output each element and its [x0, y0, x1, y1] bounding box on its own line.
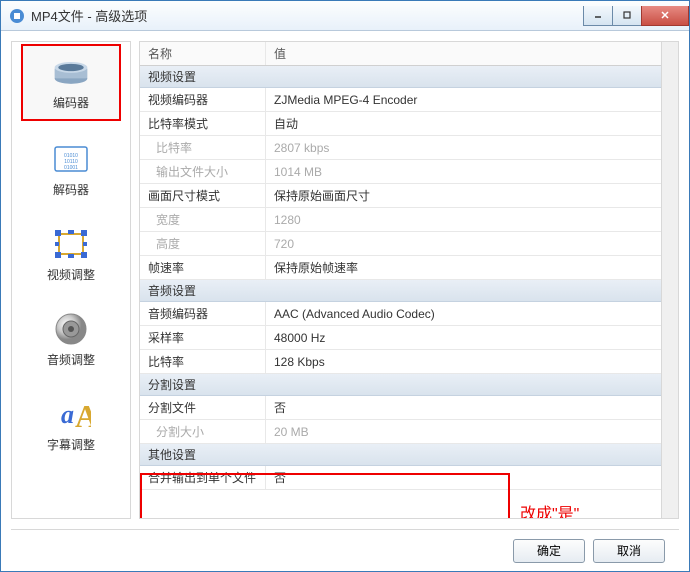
cell-name: 视频编码器	[140, 88, 266, 111]
table-row[interactable]: 帧速率保持原始帧速率	[140, 256, 678, 280]
table-row[interactable]: 采样率48000 Hz	[140, 326, 678, 350]
table-row[interactable]: 合并输出到单个文件否	[140, 466, 678, 490]
cell-value: 20 MB	[266, 425, 678, 439]
close-button[interactable]	[641, 6, 689, 26]
section-header[interactable]: 其他设置	[140, 444, 678, 466]
cell-value: 1014 MB	[266, 165, 678, 179]
settings-table: 名称 值 视频设置视频编码器ZJMedia MPEG-4 Encoder比特率模…	[139, 41, 679, 519]
subtitle-adjust-icon: aA	[51, 398, 91, 430]
window-controls	[584, 6, 689, 26]
table-row: 高度720	[140, 232, 678, 256]
section-title: 其他设置	[140, 444, 196, 465]
svg-text:a: a	[61, 400, 74, 429]
cell-value[interactable]: 保持原始画面尺寸	[266, 187, 678, 204]
sidebar-item-decoder[interactable]: 010101011001001 解码器	[21, 133, 121, 206]
section-header[interactable]: 分割设置	[140, 374, 678, 396]
cell-name: 宽度	[140, 208, 266, 231]
table-row: 分割大小20 MB	[140, 420, 678, 444]
dialog-footer: 确定 取消	[11, 529, 679, 571]
cell-value: 1280	[266, 213, 678, 227]
table-row[interactable]: 比特率128 Kbps	[140, 350, 678, 374]
cell-name: 采样率	[140, 326, 266, 349]
cell-value[interactable]: ZJMedia MPEG-4 Encoder	[266, 93, 678, 107]
sidebar-item-label: 解码器	[53, 181, 89, 198]
sidebar-item-subtitle-adjust[interactable]: aA 字幕调整	[21, 388, 121, 461]
vertical-scrollbar[interactable]	[661, 42, 678, 518]
sidebar-item-video-adjust[interactable]: 视频调整	[21, 218, 121, 291]
sidebar-item-audio-adjust[interactable]: 音频调整	[21, 303, 121, 376]
cell-value: 2807 kbps	[266, 141, 678, 155]
sidebar-item-label: 视频调整	[47, 266, 95, 283]
sidebar-item-encoder[interactable]: 编码器	[21, 44, 121, 121]
table-row[interactable]: 分割文件否	[140, 396, 678, 420]
cell-name: 音频编码器	[140, 302, 266, 325]
cell-value[interactable]: 否	[266, 469, 678, 486]
cell-name: 比特率	[140, 350, 266, 373]
titlebar[interactable]: MP4文件 - 高级选项	[1, 1, 689, 31]
cell-value[interactable]: 自动	[266, 115, 678, 132]
cell-name: 分割大小	[140, 420, 266, 443]
section-header[interactable]: 音频设置	[140, 280, 678, 302]
content-area: 编码器 010101011001001 解码器 视频调整 音频调整	[1, 31, 689, 529]
header-name: 名称	[140, 42, 266, 65]
table-row[interactable]: 比特率模式自动	[140, 112, 678, 136]
cell-name: 比特率	[140, 136, 266, 159]
sidebar-item-label: 音频调整	[47, 351, 95, 368]
cell-name: 帧速率	[140, 256, 266, 279]
section-title: 视频设置	[140, 66, 196, 87]
table-row: 输出文件大小1014 MB	[140, 160, 678, 184]
minimize-button[interactable]	[583, 6, 613, 26]
cell-name: 比特率模式	[140, 112, 266, 135]
table-header: 名称 值	[140, 42, 678, 66]
maximize-button[interactable]	[612, 6, 642, 26]
cell-value[interactable]: AAC (Advanced Audio Codec)	[266, 307, 678, 321]
window-frame: MP4文件 - 高级选项 编码器 010101011001001 解码器	[0, 0, 690, 572]
cell-name: 合并输出到单个文件	[140, 466, 266, 489]
cell-name: 分割文件	[140, 396, 266, 419]
table-blank	[140, 490, 678, 518]
cell-name: 画面尺寸模式	[140, 184, 266, 207]
table-row: 比特率2807 kbps	[140, 136, 678, 160]
cell-value[interactable]: 128 Kbps	[266, 355, 678, 369]
table-row: 宽度1280	[140, 208, 678, 232]
header-value: 值	[266, 45, 678, 62]
sidebar: 编码器 010101011001001 解码器 视频调整 音频调整	[11, 41, 131, 519]
decoder-icon: 010101011001001	[51, 143, 91, 175]
section-title: 分割设置	[140, 374, 196, 395]
cell-value[interactable]: 否	[266, 399, 678, 416]
sidebar-item-label: 字幕调整	[47, 436, 95, 453]
section-header[interactable]: 视频设置	[140, 66, 678, 88]
audio-adjust-icon	[51, 313, 91, 345]
svg-text:A: A	[75, 398, 91, 431]
section-title: 音频设置	[140, 280, 196, 301]
cell-value[interactable]: 保持原始帧速率	[266, 259, 678, 276]
sidebar-item-label: 编码器	[53, 94, 89, 111]
encoder-icon	[51, 56, 91, 88]
cell-name: 高度	[140, 232, 266, 255]
ok-button[interactable]: 确定	[513, 539, 585, 563]
table-body: 视频设置视频编码器ZJMedia MPEG-4 Encoder比特率模式自动比特…	[140, 66, 678, 490]
table-row[interactable]: 音频编码器AAC (Advanced Audio Codec)	[140, 302, 678, 326]
cancel-button[interactable]: 取消	[593, 539, 665, 563]
svg-text:01001: 01001	[64, 165, 78, 171]
window-title: MP4文件 - 高级选项	[31, 6, 584, 25]
video-adjust-icon	[51, 228, 91, 260]
app-icon	[9, 8, 25, 24]
cell-value: 720	[266, 237, 678, 251]
table-row[interactable]: 画面尺寸模式保持原始画面尺寸	[140, 184, 678, 208]
cell-name: 输出文件大小	[140, 160, 266, 183]
cell-value[interactable]: 48000 Hz	[266, 331, 678, 345]
table-row[interactable]: 视频编码器ZJMedia MPEG-4 Encoder	[140, 88, 678, 112]
